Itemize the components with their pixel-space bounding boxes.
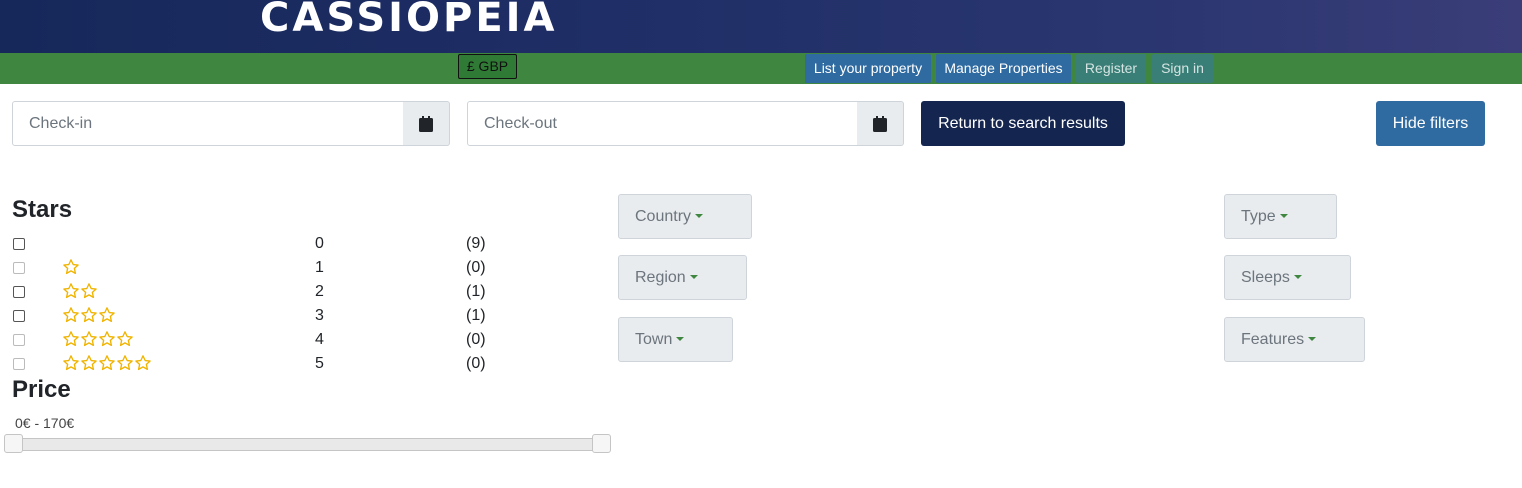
town-dropdown[interactable]: Town <box>618 317 733 362</box>
star-filter-row[interactable]: 4 (0) <box>12 330 492 350</box>
currency-selector[interactable]: £ GBP <box>458 54 517 79</box>
star-icon <box>62 258 80 276</box>
star-icon <box>134 354 152 372</box>
star-icon <box>62 354 80 372</box>
star-icon <box>62 282 80 300</box>
return-to-results-button[interactable]: Return to search results <box>921 101 1125 146</box>
price-max-handle[interactable] <box>592 434 611 453</box>
checkin-input[interactable]: Check-in <box>12 101 404 146</box>
star-count: (0) <box>466 355 486 372</box>
manage-properties-link[interactable]: Manage Properties <box>936 54 1071 83</box>
star-icon <box>98 330 116 348</box>
star-count: (9) <box>466 235 486 252</box>
star-icon <box>80 282 98 300</box>
type-dropdown-label: Type <box>1241 208 1276 225</box>
star-filter-checkbox <box>13 358 25 370</box>
star-value: 5 <box>315 355 324 372</box>
star-value: 2 <box>315 283 324 300</box>
star-filter-row[interactable]: 2 (1) <box>12 282 492 302</box>
star-value: 1 <box>315 259 324 276</box>
region-dropdown[interactable]: Region <box>618 255 747 300</box>
features-dropdown-label: Features <box>1241 331 1305 348</box>
caret-down-icon <box>1308 337 1317 341</box>
star-filter-row[interactable]: 1 (0) <box>12 258 492 278</box>
nav-bar <box>0 53 1522 84</box>
price-slider-track[interactable] <box>8 438 606 451</box>
sleeps-dropdown-label: Sleeps <box>1241 269 1290 286</box>
star-icon <box>62 306 80 324</box>
features-dropdown[interactable]: Features <box>1224 317 1365 362</box>
caret-down-icon <box>1279 214 1288 218</box>
hide-filters-button[interactable]: Hide filters <box>1376 101 1485 146</box>
stars-heading: Stars <box>12 196 73 223</box>
star-count: (1) <box>466 283 486 300</box>
caret-down-icon <box>1293 275 1302 279</box>
star-value: 4 <box>315 331 324 348</box>
star-filter-checkbox <box>13 334 25 346</box>
caret-down-icon <box>676 337 685 341</box>
type-dropdown[interactable]: Type <box>1224 194 1337 239</box>
star-rating-icons <box>62 354 152 372</box>
checkout-calendar-button[interactable] <box>857 101 904 146</box>
star-icon <box>116 330 134 348</box>
star-rating-icons <box>62 330 134 348</box>
star-filter-row[interactable]: 5 (0) <box>12 354 492 374</box>
star-count: (0) <box>466 259 486 276</box>
star-icon <box>98 354 116 372</box>
star-filter-checkbox[interactable] <box>13 310 25 322</box>
list-property-link[interactable]: List your property <box>805 54 931 83</box>
sleeps-dropdown[interactable]: Sleeps <box>1224 255 1351 300</box>
star-icon <box>80 354 98 372</box>
star-filter-checkbox <box>13 262 25 274</box>
brand-logo[interactable]: CASSIOPEIA <box>260 0 558 40</box>
price-range-label: 0€ - 170€ <box>15 415 75 431</box>
star-filter-checkbox[interactable] <box>13 286 25 298</box>
star-count: (1) <box>466 307 486 324</box>
checkout-input[interactable]: Check-out <box>467 101 858 146</box>
star-filter-row[interactable]: 0 (9) <box>12 234 492 254</box>
star-rating-icons <box>62 282 98 300</box>
calendar-icon <box>873 115 887 132</box>
star-rating-icons <box>62 258 80 276</box>
star-rating-icons <box>62 306 116 324</box>
star-count: (0) <box>466 331 486 348</box>
calendar-icon <box>419 115 433 132</box>
sign-in-link[interactable]: Sign in <box>1152 54 1213 83</box>
checkin-calendar-button[interactable] <box>403 101 450 146</box>
star-value: 3 <box>315 307 324 324</box>
region-dropdown-label: Region <box>635 269 686 286</box>
price-min-handle[interactable] <box>4 434 23 453</box>
register-link[interactable]: Register <box>1076 54 1146 83</box>
town-dropdown-label: Town <box>635 331 673 348</box>
star-icon <box>62 330 80 348</box>
caret-down-icon <box>689 275 698 279</box>
price-heading: Price <box>12 376 71 403</box>
star-filter-checkbox[interactable] <box>13 238 25 250</box>
country-dropdown-label: Country <box>635 208 692 225</box>
star-icon <box>80 306 98 324</box>
site-header: CASSIOPEIA <box>0 0 1522 53</box>
country-dropdown[interactable]: Country <box>618 194 752 239</box>
star-icon <box>98 306 116 324</box>
star-filter-row[interactable]: 3 (1) <box>12 306 492 326</box>
caret-down-icon <box>695 214 704 218</box>
star-icon <box>116 354 134 372</box>
star-value: 0 <box>315 235 324 252</box>
star-icon <box>80 330 98 348</box>
